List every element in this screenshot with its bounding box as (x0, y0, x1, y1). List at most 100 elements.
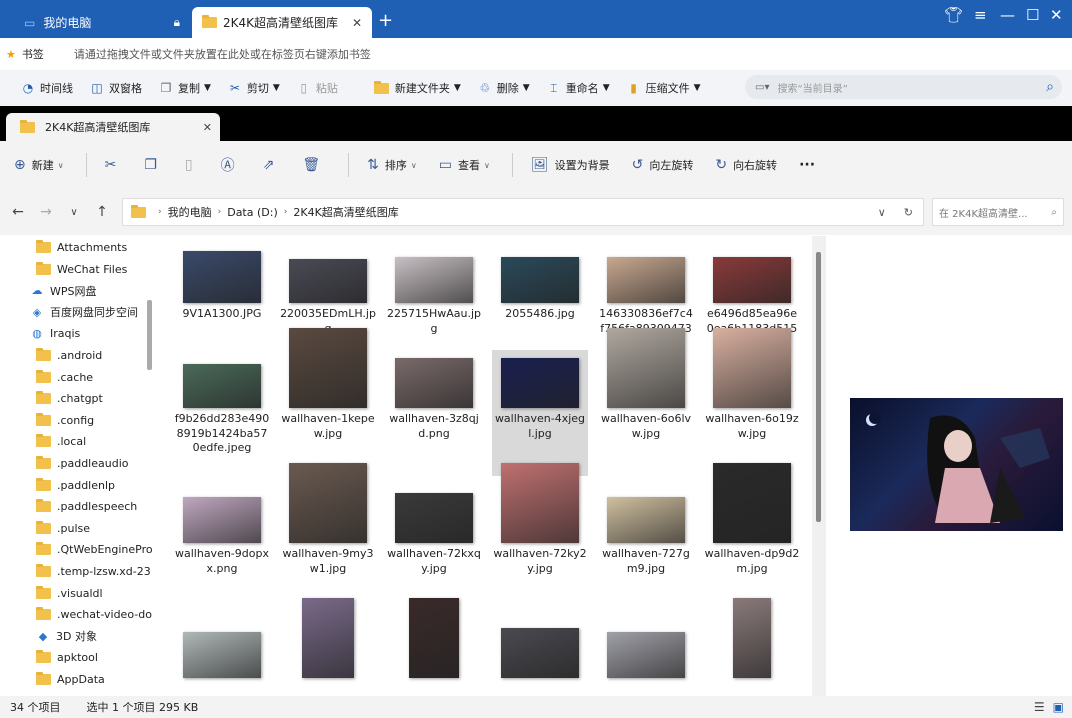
refresh-icon[interactable]: ↻ (904, 206, 913, 219)
chevron-down-icon[interactable]: ▼ (603, 83, 610, 93)
cut-cmd[interactable]: ✂ (105, 157, 123, 173)
menu-icon[interactable]: ≡ (974, 6, 987, 24)
close-inner-tab-icon[interactable]: ✕ (203, 121, 212, 134)
breadcrumb[interactable]: 我的电脑 (168, 204, 212, 220)
sidebar-item[interactable]: .paddleaudio (36, 453, 129, 474)
file-item[interactable] (492, 620, 588, 695)
current-dir-search[interactable]: ▭▾ 搜索“当前目录” ⌕ (745, 75, 1062, 99)
copy-cmd[interactable]: ❐ (144, 157, 163, 173)
rotate-right-button[interactable]: ↻ 向右旋转 (715, 157, 777, 173)
chevron-down-icon[interactable]: ▼ (204, 83, 211, 93)
close-window-icon[interactable]: ✕ (1050, 6, 1063, 24)
sidebar-item[interactable]: .paddlespeech (36, 496, 137, 517)
file-item[interactable]: wallhaven-1kepew.jpg (280, 328, 376, 476)
rename-button[interactable]: ⌶ 重命名 ▼ (546, 80, 610, 96)
sidebar-item[interactable]: .pulse (36, 518, 90, 539)
new-tab-icon[interactable]: + (378, 10, 393, 31)
details-view-icon[interactable]: ☰ (1034, 700, 1045, 714)
dual-pane-button[interactable]: ◫ 双窗格 (89, 80, 142, 96)
minimize-icon[interactable]: — (1000, 6, 1015, 24)
set-wallpaper-button[interactable]: 🖼︎ 设置为背景 (531, 157, 610, 173)
sidebar-item[interactable]: .temp-lzsw.xd-23 (36, 561, 151, 582)
file-item[interactable]: wallhaven-9dopxx.png (174, 485, 270, 611)
file-item[interactable]: wallhaven-dp9d2m.jpg (704, 463, 800, 611)
file-item[interactable] (386, 598, 482, 695)
sidebar-item[interactable]: WeChat Files (36, 259, 127, 280)
folder-search-input[interactable]: 在 2K4K超高清壁... ⌕ (932, 198, 1064, 226)
close-tab-icon[interactable]: ✕ (352, 16, 362, 30)
bookmark-label[interactable]: 书签 (22, 46, 44, 62)
paste-cmd[interactable]: ▯ (185, 157, 199, 173)
sidebar-item[interactable]: ◈ 百度网盘同步空间 (30, 302, 138, 323)
sidebar-item[interactable]: .android (36, 345, 102, 366)
sidebar-item[interactable]: ☁ WPS网盘 (30, 280, 97, 301)
file-item[interactable] (174, 620, 270, 695)
file-item[interactable] (280, 598, 376, 695)
sidebar-item[interactable]: .visualdl (36, 583, 103, 604)
sidebar-item[interactable]: .chatgpt (36, 388, 103, 409)
recent-icon[interactable]: ∨ (60, 207, 88, 218)
file-item[interactable]: wallhaven-72kxqy.jpg (386, 485, 482, 611)
new-folder-button[interactable]: 新建文件夹 ▼ (373, 80, 461, 96)
view-button[interactable]: ▭ 查看 ∨ (439, 157, 490, 173)
sidebar-item[interactable]: .cache (36, 367, 93, 388)
skin-icon[interactable]: 👕︎ (944, 6, 963, 24)
breadcrumb[interactable]: 2K4K超高清壁纸图库 (293, 204, 398, 220)
view-mode-icon[interactable]: ▭▾ (755, 82, 769, 93)
chevron-down-icon[interactable]: ▼ (454, 83, 461, 93)
more-button[interactable]: ··· (799, 157, 821, 173)
compress-button[interactable]: ▮ 压缩文件 ▼ (626, 80, 701, 96)
file-item[interactable] (598, 620, 694, 695)
file-name: wallhaven-6o19zw.jpg (705, 412, 799, 440)
sidebar-scrollbar[interactable] (147, 300, 152, 370)
file-item[interactable] (704, 598, 800, 695)
copy-button[interactable]: ❐ 复制 ▼ (158, 80, 211, 96)
delete-cmd[interactable]: 🗑︎ (302, 157, 326, 173)
chevron-down-icon[interactable]: ▼ (273, 83, 280, 93)
file-item[interactable]: wallhaven-4xjegl.jpg (492, 350, 588, 476)
sidebar-item[interactable]: AppData (36, 669, 105, 690)
file-item[interactable]: wallhaven-9my3w1.jpg (280, 463, 376, 611)
file-item[interactable]: wallhaven-6o19zw.jpg (704, 328, 800, 476)
rename-cmd[interactable]: Ⓐ (221, 155, 241, 175)
search-icon[interactable]: ⌕ (1046, 79, 1054, 95)
file-grid-scrollbar[interactable] (812, 236, 826, 696)
chevron-down-icon[interactable]: ▼ (523, 83, 530, 93)
maximize-icon[interactable]: ☐ (1026, 6, 1039, 24)
sidebar-item[interactable]: .local (36, 431, 86, 452)
tab-my-computer[interactable]: ▭ 我的电脑 🔒︎ (14, 7, 190, 38)
breadcrumb[interactable]: Data (D:) (227, 206, 278, 219)
share-cmd[interactable]: ⇗ (263, 157, 281, 173)
back-icon[interactable]: ← (4, 204, 32, 220)
delete-button[interactable]: ♲ 删除 ▼ (477, 80, 530, 96)
up-icon[interactable]: ↑ (88, 204, 116, 220)
rotate-left-button[interactable]: ↺ 向左旋转 (632, 157, 694, 173)
file-item[interactable]: wallhaven-6o6lvw.jpg (598, 328, 694, 476)
forward-icon[interactable]: → (32, 204, 60, 220)
sidebar-item[interactable]: ◆ 3D 对象 (36, 626, 97, 647)
sidebar-item[interactable]: .wechat-video-do (36, 604, 152, 625)
new-button[interactable]: ⊕ 新建 ∨ (14, 157, 64, 173)
sort-button[interactable]: ⇅ 排序 ∨ (367, 157, 417, 173)
inner-tab[interactable]: 2K4K超高清壁纸图库 ✕ (6, 113, 220, 141)
sidebar-item[interactable]: .QtWebEnginePro (36, 539, 153, 560)
tab-wallpaper-library[interactable]: 2K4K超高清壁纸图库 ✕ (192, 7, 372, 38)
sidebar-item[interactable]: ◍ Iraqis (30, 323, 80, 344)
cut-button[interactable]: ✂ 剪切 ▼ (227, 80, 280, 96)
file-item[interactable]: wallhaven-727gm9.jpg (598, 485, 694, 611)
large-icons-view-icon[interactable]: ▣ (1053, 700, 1064, 714)
timeline-button[interactable]: ◔ 时间线 (20, 80, 73, 96)
sidebar-item[interactable]: .config (36, 410, 94, 431)
paste-button[interactable]: ▯ 粘贴 (296, 80, 338, 96)
chevron-down-icon[interactable]: ▼ (694, 83, 701, 93)
file-item[interactable]: wallhaven-72ky2y.jpg (492, 463, 588, 611)
file-item[interactable]: wallhaven-3z8qjd.png (386, 350, 482, 476)
scroll-thumb[interactable] (816, 252, 821, 522)
chevron-down-icon[interactable]: ∨ (878, 206, 886, 219)
search-icon[interactable]: ⌕ (1051, 207, 1057, 218)
file-item[interactable]: f9b26dd283e4908919b1424ba570edfe.jpeg (174, 350, 270, 476)
sidebar-item[interactable]: apktool (36, 647, 98, 668)
address-bar[interactable]: › 我的电脑 › Data (D:) › 2K4K超高清壁纸图库 ∨ ↻ (122, 198, 924, 226)
sidebar-item[interactable]: .paddlenlp (36, 475, 115, 496)
sidebar-item[interactable]: Attachments (36, 237, 127, 258)
